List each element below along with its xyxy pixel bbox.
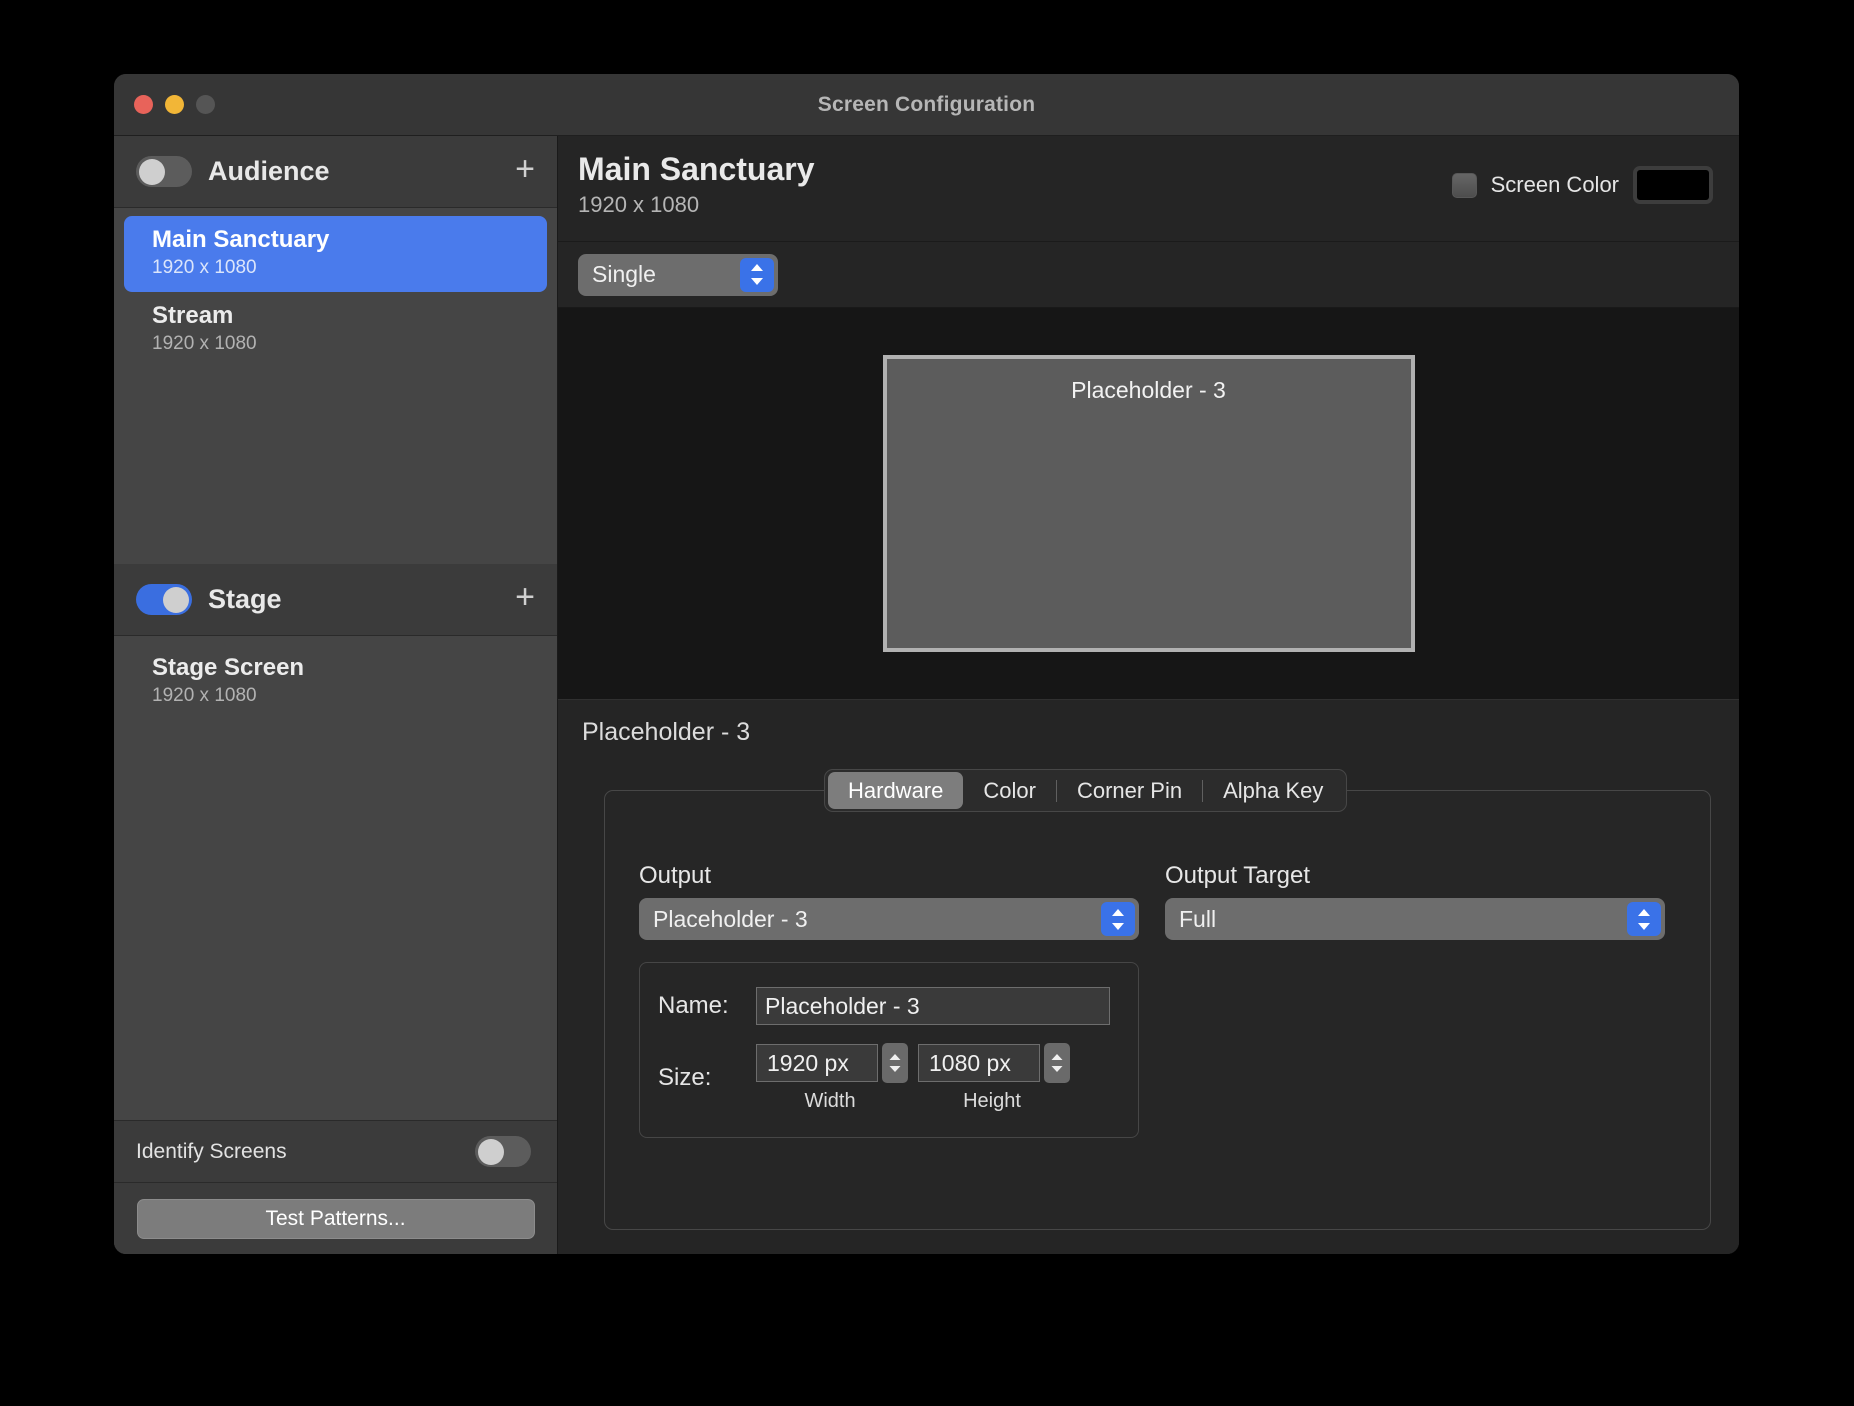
- width-stepper-row: 1920 px: [756, 1043, 908, 1083]
- identify-screens-label: Identify Screens: [136, 1140, 475, 1164]
- chevron-down-icon: [888, 1065, 902, 1073]
- inspector-panel: Output Placeholder - 3: [604, 790, 1711, 1230]
- test-patterns-row: Test Patterns...: [114, 1182, 557, 1254]
- window-title: Screen Configuration: [114, 93, 1739, 117]
- width-caption: Width: [756, 1090, 904, 1113]
- page-title: Main Sanctuary: [578, 152, 815, 188]
- size-fields: 1920 px Width: [756, 1043, 1070, 1113]
- sidebar: Audience + Main Sanctuary 1920 x 1080 St…: [114, 136, 558, 1254]
- chevron-down-icon: [1050, 1065, 1064, 1073]
- output-target-value: Full: [1179, 906, 1216, 933]
- output-popup[interactable]: Placeholder - 3: [639, 898, 1139, 940]
- test-patterns-button[interactable]: Test Patterns...: [137, 1199, 535, 1239]
- inspector: Placeholder - 3 Output Placeholder - 3: [558, 700, 1739, 1254]
- add-audience-screen-button[interactable]: +: [515, 152, 535, 191]
- tab-corner-pin[interactable]: Corner Pin: [1057, 772, 1202, 809]
- list-item[interactable]: Stream 1920 x 1080: [124, 292, 547, 368]
- tab-alpha-key[interactable]: Alpha Key: [1203, 772, 1343, 809]
- sidebar-group-header-audience: Audience +: [114, 136, 557, 208]
- list-item-resolution: 1920 x 1080: [152, 685, 547, 707]
- height-stepper[interactable]: [1044, 1043, 1070, 1083]
- screen-preview-canvas[interactable]: Placeholder - 3: [558, 308, 1739, 700]
- toggle-knob: [139, 159, 165, 185]
- height-caption: Height: [918, 1090, 1066, 1113]
- add-stage-screen-button[interactable]: +: [515, 580, 535, 619]
- size-field-row: Size: 1920 px: [658, 1043, 1138, 1113]
- height-stepper-row: 1080 px: [918, 1043, 1070, 1083]
- screen-header-text: Main Sanctuary 1920 x 1080: [578, 152, 815, 218]
- sidebar-group-title-audience: Audience: [208, 156, 515, 187]
- chevron-updown-icon: [740, 258, 774, 292]
- list-item[interactable]: Main Sanctuary 1920 x 1080: [124, 216, 547, 292]
- list-item-resolution: 1920 x 1080: [152, 257, 547, 279]
- identify-screens-toggle[interactable]: [475, 1136, 531, 1167]
- screen-mode-value: Single: [592, 261, 656, 288]
- tab-hardware[interactable]: Hardware: [828, 772, 963, 809]
- main-panel: Main Sanctuary 1920 x 1080 Screen Color …: [558, 136, 1739, 1254]
- tab-color[interactable]: Color: [963, 772, 1056, 809]
- stage-screen-list: Stage Screen 1920 x 1080: [114, 636, 557, 1120]
- width-stepper[interactable]: [882, 1043, 908, 1083]
- window-body: Audience + Main Sanctuary 1920 x 1080 St…: [114, 136, 1739, 1254]
- output-target-label: Output Target: [1165, 862, 1665, 890]
- name-field-row: Name: Placeholder - 3: [658, 987, 1138, 1025]
- chevron-updown-icon: [1101, 902, 1135, 936]
- inspector-title: Placeholder - 3: [582, 718, 1715, 747]
- toggle-knob: [478, 1139, 504, 1165]
- name-label: Name:: [658, 992, 756, 1020]
- window-titlebar: Screen Configuration: [114, 74, 1739, 136]
- list-item[interactable]: Stage Screen 1920 x 1080: [124, 644, 547, 720]
- name-input[interactable]: Placeholder - 3: [756, 987, 1110, 1025]
- screen-configuration-window: Screen Configuration Audience + Main San…: [114, 74, 1739, 1254]
- chevron-up-icon: [1050, 1053, 1064, 1061]
- size-label: Size:: [658, 1064, 756, 1092]
- stage-enable-toggle[interactable]: [136, 584, 192, 615]
- output-label: Output: [639, 862, 1139, 890]
- chevron-up-icon: [888, 1053, 902, 1061]
- output-field-col: Output Placeholder - 3: [639, 862, 1139, 940]
- toggle-knob: [163, 587, 189, 613]
- screen-mode-popup[interactable]: Single: [578, 254, 778, 296]
- audience-enable-toggle[interactable]: [136, 156, 192, 187]
- output-target-field-col: Output Target Full: [1165, 862, 1665, 940]
- output-value: Placeholder - 3: [653, 906, 808, 933]
- sidebar-group-header-stage: Stage +: [114, 564, 557, 636]
- audience-screen-list: Main Sanctuary 1920 x 1080 Stream 1920 x…: [114, 208, 557, 564]
- output-settings-box: Name: Placeholder - 3 Size: 1920 px: [639, 962, 1139, 1138]
- list-item-resolution: 1920 x 1080: [152, 333, 547, 355]
- preview-screen-label: Placeholder - 3: [1071, 377, 1226, 648]
- inspector-tabbar: Hardware Color Corner Pin Alpha Key: [824, 769, 1347, 812]
- height-input[interactable]: 1080 px: [918, 1044, 1040, 1082]
- width-input[interactable]: 1920 px: [756, 1044, 878, 1082]
- screen-header: Main Sanctuary 1920 x 1080 Screen Color: [558, 136, 1739, 242]
- list-item-name: Stream: [152, 303, 547, 330]
- identify-screens-row: Identify Screens: [114, 1120, 557, 1182]
- mode-bar: Single: [558, 242, 1739, 308]
- width-stepper-group: 1920 px Width: [756, 1043, 908, 1113]
- screen-color-checkbox[interactable]: [1452, 173, 1477, 198]
- hardware-tab-content: Output Placeholder - 3: [605, 834, 1710, 1229]
- output-target-popup[interactable]: Full: [1165, 898, 1665, 940]
- screen-color-swatch[interactable]: [1633, 166, 1713, 204]
- height-stepper-group: 1080 px Height: [918, 1043, 1070, 1113]
- inspector-panel-wrap: Output Placeholder - 3: [582, 769, 1715, 1230]
- chevron-updown-icon: [1627, 902, 1661, 936]
- preview-screen-rect[interactable]: Placeholder - 3: [883, 355, 1415, 652]
- list-item-name: Main Sanctuary: [152, 227, 547, 254]
- list-item-name: Stage Screen: [152, 655, 547, 682]
- screen-resolution: 1920 x 1080: [578, 192, 815, 218]
- screen-color-group: Screen Color: [1452, 152, 1713, 204]
- sidebar-group-title-stage: Stage: [208, 584, 515, 615]
- output-fields-row: Output Placeholder - 3: [639, 862, 1676, 940]
- screen-color-label: Screen Color: [1491, 172, 1619, 198]
